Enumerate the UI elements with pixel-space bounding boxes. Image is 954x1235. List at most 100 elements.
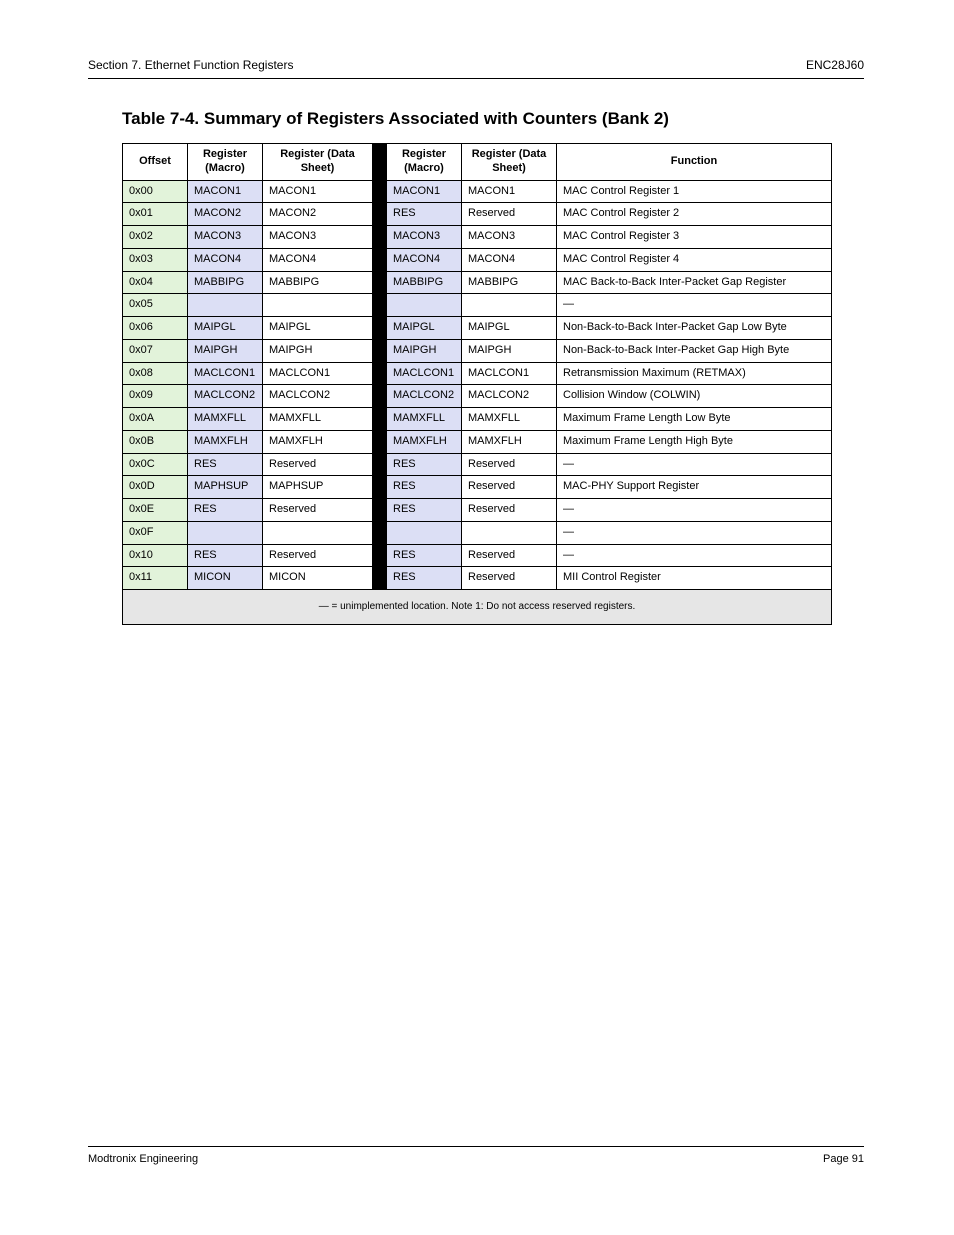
header-left: Section 7. Ethernet Function Registers	[88, 58, 293, 72]
cell-datasheet-2: Reserved	[462, 453, 557, 476]
cell-divider	[373, 248, 387, 271]
cell-macro-2: MACON3	[387, 226, 462, 249]
cell-datasheet-1: MACON2	[263, 203, 373, 226]
cell-function: MAC Back-to-Back Inter-Packet Gap Regist…	[557, 271, 832, 294]
col-datasheet-1: Register (Data Sheet)	[263, 144, 373, 181]
cell-datasheet-1: MAPHSUP	[263, 476, 373, 499]
cell-macro-2: MAMXFLL	[387, 408, 462, 431]
cell-datasheet-2	[462, 294, 557, 317]
cell-offset: 0x03	[123, 248, 188, 271]
table-row: 0x01MACON2MACON2RESReservedMAC Control R…	[123, 203, 832, 226]
page-footer: Modtronix Engineering Page 91	[88, 1146, 864, 1165]
table-row: 0x09MACLCON2MACLCON2MACLCON2MACLCON2Coll…	[123, 385, 832, 408]
cell-datasheet-2: MAMXFLH	[462, 430, 557, 453]
cell-divider	[373, 362, 387, 385]
col-function: Function	[557, 144, 832, 181]
cell-macro-2	[387, 294, 462, 317]
cell-offset: 0x0A	[123, 408, 188, 431]
cell-datasheet-1: MAMXFLH	[263, 430, 373, 453]
table-row: 0x0BMAMXFLHMAMXFLHMAMXFLHMAMXFLHMaximum …	[123, 430, 832, 453]
cell-macro-2: MACON4	[387, 248, 462, 271]
cell-macro-1: MICON	[188, 567, 263, 590]
cell-datasheet-2: Reserved	[462, 544, 557, 567]
cell-macro-1	[188, 294, 263, 317]
section-title: Table 7-4. Summary of Registers Associat…	[122, 109, 864, 129]
register-table: Offset Register (Macro) Register (Data S…	[122, 143, 832, 625]
header-rule	[88, 78, 864, 79]
table-row: 0x10RESReservedRESReserved—	[123, 544, 832, 567]
table-row: 0x05 —	[123, 294, 832, 317]
cell-divider	[373, 294, 387, 317]
cell-macro-1: MAIPGL	[188, 317, 263, 340]
col-divider	[373, 144, 387, 181]
cell-divider	[373, 226, 387, 249]
cell-offset: 0x05	[123, 294, 188, 317]
cell-macro-1: MAIPGH	[188, 339, 263, 362]
col-datasheet-2: Register (Data Sheet)	[462, 144, 557, 181]
table-header-row: Offset Register (Macro) Register (Data S…	[123, 144, 832, 181]
cell-macro-1: MACON1	[188, 180, 263, 203]
cell-macro-2	[387, 521, 462, 544]
cell-datasheet-2: MAIPGL	[462, 317, 557, 340]
cell-offset: 0x11	[123, 567, 188, 590]
cell-datasheet-2: Reserved	[462, 499, 557, 522]
cell-function: Non-Back-to-Back Inter-Packet Gap Low By…	[557, 317, 832, 340]
cell-datasheet-2: MACON3	[462, 226, 557, 249]
cell-function: —	[557, 453, 832, 476]
cell-divider	[373, 499, 387, 522]
footer-left: Modtronix Engineering	[88, 1153, 198, 1165]
cell-macro-2: RES	[387, 567, 462, 590]
cell-divider	[373, 567, 387, 590]
cell-offset: 0x07	[123, 339, 188, 362]
cell-offset: 0x04	[123, 271, 188, 294]
cell-datasheet-2: MACLCON2	[462, 385, 557, 408]
cell-macro-1: MACON3	[188, 226, 263, 249]
cell-divider	[373, 453, 387, 476]
cell-divider	[373, 476, 387, 499]
table-row: 0x04MABBIPGMABBIPGMABBIPGMABBIPGMAC Back…	[123, 271, 832, 294]
table-row: 0x0F—	[123, 521, 832, 544]
cell-datasheet-2: MABBIPG	[462, 271, 557, 294]
cell-macro-2: MACLCON2	[387, 385, 462, 408]
cell-datasheet-1: MACON3	[263, 226, 373, 249]
cell-offset: 0x10	[123, 544, 188, 567]
cell-macro-1: MABBIPG	[188, 271, 263, 294]
cell-function: Non-Back-to-Back Inter-Packet Gap High B…	[557, 339, 832, 362]
cell-datasheet-1	[263, 521, 373, 544]
table-row: 0x11MICONMICONRESReservedMII Control Reg…	[123, 567, 832, 590]
cell-function: —	[557, 294, 832, 317]
cell-datasheet-1: MAIPGL	[263, 317, 373, 340]
cell-datasheet-2	[462, 521, 557, 544]
cell-macro-1: MAMXFLH	[188, 430, 263, 453]
cell-macro-1: RES	[188, 544, 263, 567]
cell-divider	[373, 339, 387, 362]
col-macro-1: Register (Macro)	[188, 144, 263, 181]
cell-function: MII Control Register	[557, 567, 832, 590]
table-row: 0x06MAIPGLMAIPGLMAIPGLMAIPGLNon-Back-to-…	[123, 317, 832, 340]
cell-function: MAC Control Register 1	[557, 180, 832, 203]
footer-rule	[88, 1146, 864, 1147]
cell-function: —	[557, 544, 832, 567]
cell-function: MAC Control Register 4	[557, 248, 832, 271]
cell-function: —	[557, 499, 832, 522]
page-header: Section 7. Ethernet Function Registers E…	[88, 58, 864, 72]
cell-macro-2: MAMXFLH	[387, 430, 462, 453]
cell-offset: 0x06	[123, 317, 188, 340]
table-row: 0x08MACLCON1MACLCON1MACLCON1MACLCON1Retr…	[123, 362, 832, 385]
cell-divider	[373, 385, 387, 408]
cell-macro-1: MACLCON1	[188, 362, 263, 385]
cell-datasheet-1: Reserved	[263, 544, 373, 567]
cell-datasheet-2: MAMXFLL	[462, 408, 557, 431]
col-macro-2: Register (Macro)	[387, 144, 462, 181]
cell-offset: 0x02	[123, 226, 188, 249]
cell-datasheet-2: Reserved	[462, 567, 557, 590]
header-right: ENC28J60	[806, 58, 864, 72]
cell-divider	[373, 317, 387, 340]
cell-divider	[373, 430, 387, 453]
cell-datasheet-2: MACLCON1	[462, 362, 557, 385]
cell-function: MAC Control Register 2	[557, 203, 832, 226]
cell-offset: 0x0B	[123, 430, 188, 453]
cell-datasheet-1: MICON	[263, 567, 373, 590]
cell-macro-2: RES	[387, 476, 462, 499]
cell-offset: 0x0F	[123, 521, 188, 544]
